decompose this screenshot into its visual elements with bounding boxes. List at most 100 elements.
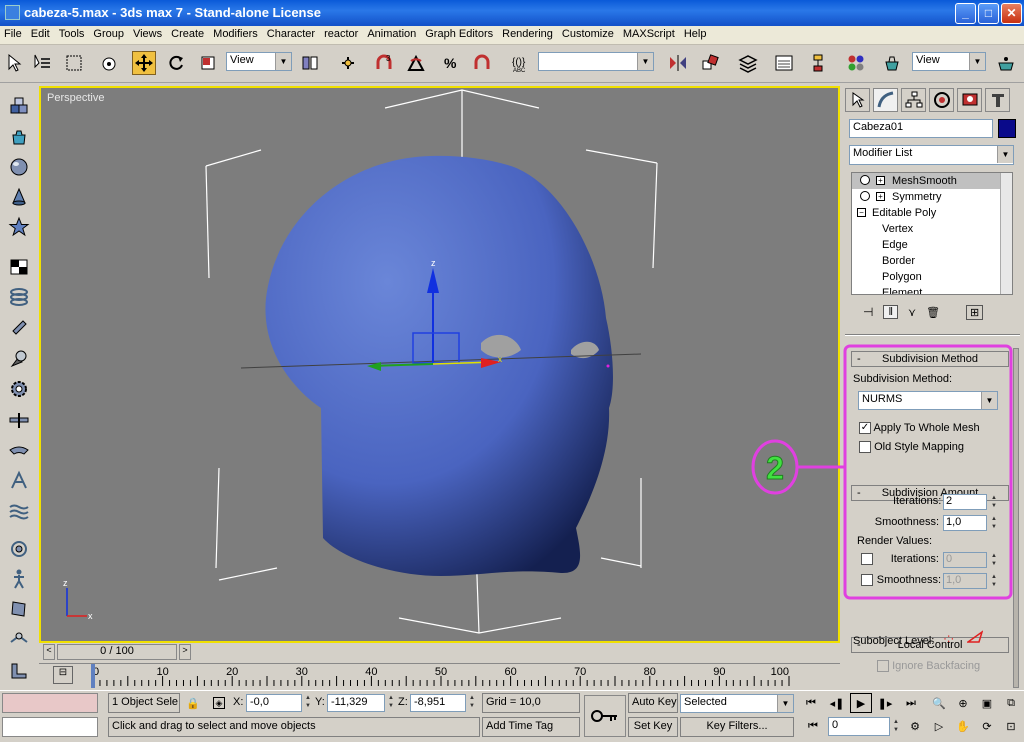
edit-named-selection-icon[interactable]: {()} ABC [508,51,532,75]
cone-icon[interactable] [6,184,32,210]
stack-item-vertex[interactable]: Vertex [852,221,1012,237]
expand-icon[interactable]: + [876,192,885,201]
key-selection-dropdown[interactable]: Selected ▼ [680,694,794,713]
cloth-icon[interactable] [6,596,32,622]
edge-level-icon[interactable] [965,630,984,647]
rotate-icon[interactable] [164,51,188,75]
layer-manager-icon[interactable] [736,51,760,75]
mirror-icon[interactable] [666,51,690,75]
zoom-extents-all-icon[interactable]: ⧉ [1000,693,1022,713]
gear-icon[interactable] [6,376,32,402]
angle-snap-icon[interactable] [404,51,428,75]
configure-sets-icon[interactable]: ⊞ [966,304,984,320]
prev-frame-icon[interactable]: < [43,644,55,660]
pivot-center-icon[interactable] [298,51,322,75]
objects-icon[interactable] [6,94,32,120]
menu-edit[interactable]: Edit [27,26,55,40]
key-mode-icon[interactable]: ⏮ [802,716,824,736]
maxscript-listener-white[interactable] [2,717,98,737]
modifier-list-dropdown[interactable]: Modifier List ▼ [849,145,1014,165]
select-by-name-icon[interactable] [30,51,54,75]
bulb-icon[interactable] [860,175,870,185]
display-tab-icon[interactable] [957,88,982,112]
stack-item-meshsmooth[interactable]: + MeshSmooth [852,173,1012,189]
maxscript-listener-pink[interactable] [2,693,98,713]
mini-curve-editor-icon[interactable]: ⊟ [53,666,73,684]
waves-icon[interactable] [6,498,32,524]
z-coord-field[interactable]: -8,951 [410,694,466,712]
helper-icon[interactable] [6,408,32,434]
go-to-start-icon[interactable]: ⏮ [800,693,822,713]
menu-reactor[interactable]: reactor [320,26,363,40]
modify-tab-icon[interactable] [873,88,898,112]
particles-icon[interactable] [6,468,32,494]
y-spin-arrows[interactable]: ▲ ▼ [386,694,396,710]
utilities-tab-icon[interactable] [985,88,1010,112]
bulb-icon[interactable] [860,191,870,201]
dynamics-icon[interactable] [6,626,32,652]
set-key-icon[interactable] [584,695,626,737]
next-frame-icon[interactable]: > [179,644,191,660]
menu-tools[interactable]: Tools [55,26,90,40]
stack-scrollbar[interactable] [1000,173,1012,294]
pin-stack-icon[interactable]: ⊣ [863,305,873,319]
z-spin-arrows[interactable]: ▲ ▼ [467,694,477,710]
select-icon[interactable] [2,51,26,75]
maximize-button[interactable]: □ [978,3,999,24]
star-icon[interactable] [6,214,32,240]
snaps-toggle-icon[interactable]: 3 [372,51,396,75]
next-frame-button-icon[interactable]: ❚▸ [874,693,896,713]
menu-maxscript[interactable]: MAXScript [619,26,680,40]
scale-icon[interactable] [196,51,220,75]
checkbox-ignore-backfacing[interactable] [877,660,889,673]
teapot-icon[interactable] [6,124,32,150]
track-bar[interactable]: ⊟ 0 10 20 30 40 50 60 70 80 90 100 [39,663,840,688]
percent-snap-icon[interactable]: % [438,51,462,75]
y-coord-field[interactable]: -11,329 [327,694,385,712]
set-key-button[interactable]: Set Key [628,717,678,737]
bones-icon[interactable] [6,536,32,562]
material-editor-icon[interactable] [844,51,868,75]
vertex-level-icon[interactable]: ·:· [943,631,954,645]
x-spin-arrows[interactable]: ▲ ▼ [303,694,313,710]
minimize-button[interactable]: _ [955,3,976,24]
stack-item-border[interactable]: Border [852,253,1012,269]
menu-create[interactable]: Create [167,26,209,40]
stack-item-edge[interactable]: Edge [852,237,1012,253]
show-end-result-icon[interactable]: ‖ [883,305,898,319]
menu-rendering[interactable]: Rendering [498,26,558,40]
sphere-icon[interactable] [6,154,32,180]
quick-render-icon[interactable] [994,51,1018,75]
stack-item-element[interactable]: Element [852,285,1012,294]
perspective-viewport[interactable]: Perspective z x z x [39,86,840,643]
curve-editor-icon[interactable] [772,51,796,75]
named-selection-dropdown[interactable]: ▼ [538,52,654,71]
cylinder-icon[interactable] [6,314,32,340]
shapes-icon[interactable] [6,254,32,280]
zoom-all-icon[interactable]: ⊕ [952,693,974,713]
rect-selection-icon[interactable] [62,51,86,75]
object-color-swatch[interactable] [998,119,1016,138]
menu-customize[interactable]: Customize [558,26,619,40]
menu-help[interactable]: Help [680,26,712,40]
hierarchy-tab-icon[interactable] [901,88,926,112]
arc-rotate-icon[interactable]: ⟳ [976,716,998,736]
expand-icon[interactable]: + [876,176,885,185]
make-unique-icon[interactable]: ⋎ [908,306,916,319]
stack-item-symmetry[interactable]: + Symmetry [852,189,1012,205]
field-of-view-icon[interactable]: ▷ [928,716,950,736]
menu-character[interactable]: Character [263,26,320,40]
collapse-icon[interactable]: − [857,208,866,217]
spring-icon[interactable] [6,284,32,310]
absolute-mode-icon[interactable]: ◈ [208,693,230,713]
menu-graph-editors[interactable]: Graph Editors [421,26,498,40]
create-tab-icon[interactable] [845,88,870,112]
min-max-toggle-icon[interactable]: ⊡ [1000,716,1022,736]
pan-icon[interactable]: ✋ [952,716,974,736]
previous-frame-icon[interactable]: ◂❚ [826,693,848,713]
time-slider[interactable]: 0 / 100 [57,644,177,660]
render-scene-icon[interactable] [880,51,904,75]
go-to-end-icon[interactable]: ⏭ [900,693,922,713]
close-button[interactable]: ✕ [1001,3,1022,24]
render-type-dropdown[interactable]: View ▼ [912,52,986,71]
